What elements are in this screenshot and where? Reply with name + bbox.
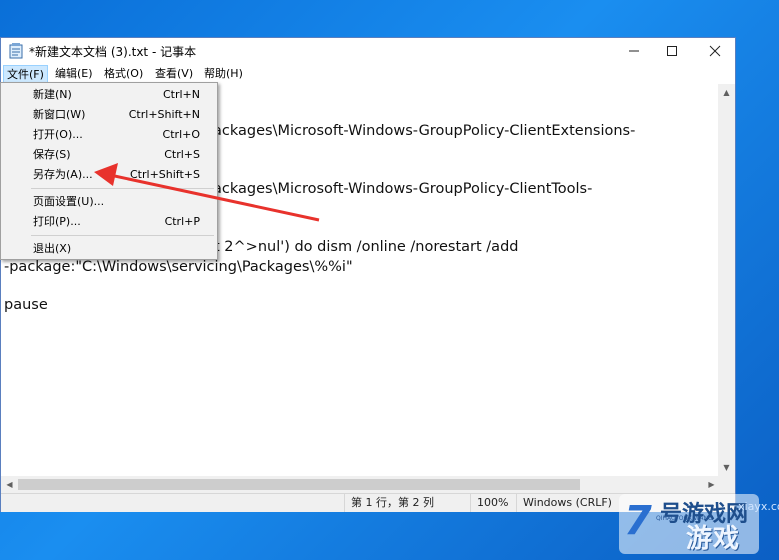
menu-item-shortcut: Ctrl+Shift+S [130,168,200,181]
editor-line: pause [4,297,48,313]
menu-item-label: 另存为(A)... [33,168,93,181]
menu-help[interactable]: 帮助(H) [201,65,246,83]
menu-item-shortcut: Ctrl+N [162,88,200,101]
menu-item-shortcut: Ctrl+O [162,128,200,141]
menu-item-label: 保存(S) [33,148,71,161]
menu-item-new-window[interactable]: 新窗口(W) Ctrl+Shift+N [2,105,216,125]
status-cursor-position: 第 1 行，第 2 列 [344,494,470,512]
menu-item-print[interactable]: 打印(P)... Ctrl+P [2,212,216,232]
menu-item-label: 页面设置(U)... [33,195,105,208]
menu-item-exit[interactable]: 退出(X) [2,239,216,259]
menu-item-shortcut: Ctrl+S [164,148,200,161]
menu-separator [31,235,214,236]
menu-item-save-as[interactable]: 另存为(A)... Ctrl+Shift+S [2,165,216,185]
menu-item-save[interactable]: 保存(S) Ctrl+S [2,145,216,165]
window-title: *新建文本文档 (3).txt - 记事本 [29,45,197,59]
title-bar[interactable]: *新建文本文档 (3).txt - 记事本 [1,38,735,64]
menu-item-page-setup[interactable]: 页面设置(U)... [2,192,216,212]
notepad-icon [9,43,23,59]
maximize-button[interactable] [650,38,694,64]
menu-bar: 文件(F) 编辑(E) 格式(O) 查看(V) 帮助(H) [1,64,735,84]
menu-item-shortcut: Ctrl+P [164,215,200,228]
menu-item-new[interactable]: 新建(N) Ctrl+N [2,85,216,105]
status-zoom: 100% [470,494,516,512]
menu-item-label: 打开(O)... [33,128,83,141]
scroll-left-icon[interactable]: ◀ [1,476,18,493]
editor-line: ackages\Microsoft-Windows-GroupPolicy-Cl… [213,181,593,197]
watermark-brand-big: 游戏 [686,524,741,554]
editor-line: -package:"C:\Windows\servicing\Packages\… [4,259,353,275]
scroll-down-icon[interactable]: ▼ [718,459,735,476]
menu-edit[interactable]: 编辑(E) [52,65,96,83]
watermark-logo-icon: 7 [624,498,652,544]
vertical-scrollbar[interactable]: ▲ ▼ [718,84,735,476]
close-button[interactable] [693,38,737,64]
menu-item-label: 新窗口(W) [33,108,86,121]
editor-line: t 2^>nul') do dism /online /norestart /a… [214,239,519,255]
horizontal-scroll-thumb[interactable] [18,479,580,490]
menu-format[interactable]: 格式(O) [101,65,146,83]
menu-item-shortcut: Ctrl+Shift+N [128,108,200,121]
menu-item-label: 新建(N) [33,88,72,101]
menu-item-open[interactable]: 打开(O)... Ctrl+O [2,125,216,145]
editor-line: ackages\Microsoft-Windows-GroupPolicy-Cl… [213,123,636,139]
menu-view[interactable]: 查看(V) [152,65,196,83]
menu-separator [31,188,214,189]
menu-item-label: 打印(P)... [33,215,81,228]
menu-file[interactable]: 文件(F) [3,65,48,83]
file-menu-dropdown: 新建(N) Ctrl+N 新窗口(W) Ctrl+Shift+N 打开(O)..… [0,82,218,260]
watermark-site: xiayx.com [738,500,779,513]
menu-item-label: 退出(X) [33,242,72,255]
scroll-up-icon[interactable]: ▲ [718,84,735,101]
site-watermark: 7 号游戏网 QIHAOYOUXIWANG 游戏 xiayx.com [598,488,779,560]
